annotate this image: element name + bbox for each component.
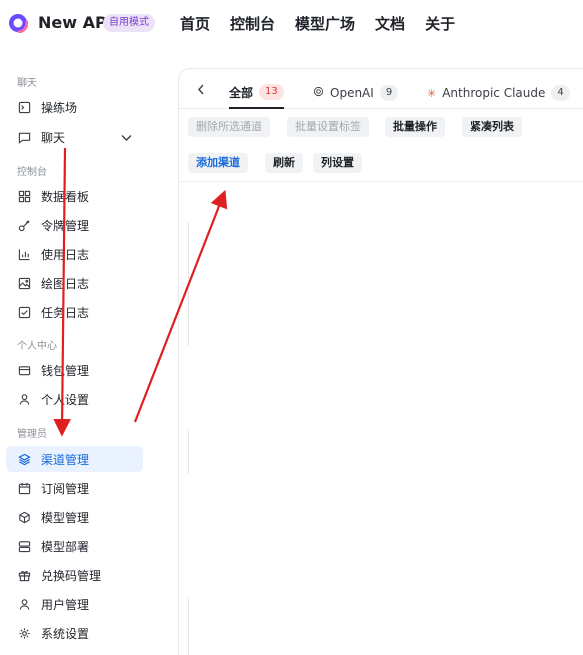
tab-openai[interactable]: OpenAI 9 xyxy=(313,77,399,109)
sidebar-item-label: 兑换码管理 xyxy=(41,568,102,583)
playground-icon xyxy=(17,100,31,114)
sidebar-item-dashboard[interactable]: 数据看板 xyxy=(6,183,143,209)
logo-icon[interactable] xyxy=(8,13,28,33)
tab-count-badge: 9 xyxy=(379,85,399,101)
tab-label: 全部 xyxy=(229,85,254,100)
sidebar-item-playground[interactable]: 操练场 xyxy=(6,94,143,120)
sidebar-item-label: 数据看板 xyxy=(41,189,90,204)
sidebar-item-users[interactable]: 用户管理 xyxy=(6,591,143,617)
server-icon xyxy=(17,539,31,553)
sidebar-item-label: 订阅管理 xyxy=(41,481,90,496)
tab-label: Anthropic Claude xyxy=(442,86,546,100)
tab-label: OpenAI xyxy=(330,86,374,100)
wallet-icon xyxy=(17,363,31,377)
add-channel-button[interactable]: 添加渠道 xyxy=(188,153,248,173)
image-icon xyxy=(17,276,31,290)
section-label-personal: 个人中心 xyxy=(17,341,57,352)
batch-operations-button[interactable]: 批量操作 xyxy=(385,117,445,137)
section-label-chat: 聊天 xyxy=(17,78,37,89)
chevron-left-icon[interactable] xyxy=(197,84,205,98)
tab-count-badge: 4 xyxy=(551,85,570,101)
nav-model-market[interactable]: 模型广场 xyxy=(295,13,355,34)
nav-about[interactable]: 关于 xyxy=(425,13,455,34)
sidebar-item-label: 绘图日志 xyxy=(41,276,90,291)
toolbar-divider xyxy=(179,181,583,182)
sidebar-item-label: 钱包管理 xyxy=(41,363,90,378)
user-icon xyxy=(17,597,31,611)
app-title[interactable]: New API xyxy=(38,13,113,32)
tab-anthropic[interactable]: ✳ Anthropic Claude 4 xyxy=(427,77,570,109)
delete-selected-button[interactable]: 删除所选通道 xyxy=(188,117,270,137)
section-label-console: 控制台 xyxy=(17,167,47,178)
compact-list-button[interactable]: 紧凑列表 xyxy=(462,117,522,137)
channel-panel: 全部 13 OpenAI 9 ✳ Anthropic Claude 4 删除所选… xyxy=(178,68,583,655)
mode-badge: 自用模式 xyxy=(103,14,155,32)
tab-count-badge: 13 xyxy=(259,84,284,100)
sidebar-item-model-deploy[interactable]: 模型部署 xyxy=(6,533,143,559)
user-icon xyxy=(17,392,31,406)
sidebar-item-drawing-logs[interactable]: 绘图日志 xyxy=(6,270,143,296)
sidebar-item-personal-settings[interactable]: 个人设置 xyxy=(6,386,143,412)
section-label-admin: 管理员 xyxy=(17,429,47,440)
column-settings-button[interactable]: 列设置 xyxy=(313,153,362,173)
sidebar-item-label: 模型部署 xyxy=(41,539,90,554)
sidebar-item-label: 模型管理 xyxy=(41,510,90,525)
sidebar-item-channels[interactable]: 渠道管理 xyxy=(6,446,143,472)
sidebar-item-subscriptions[interactable]: 订阅管理 xyxy=(6,475,143,501)
refresh-button[interactable]: 刷新 xyxy=(265,153,303,173)
dashboard-icon xyxy=(17,189,31,203)
table-edge xyxy=(188,222,189,346)
table-edge xyxy=(188,429,189,474)
layers-icon xyxy=(17,452,31,466)
cube-icon xyxy=(17,510,31,524)
sidebar-item-tokens[interactable]: 令牌管理 xyxy=(6,212,143,238)
sidebar-item-label: 聊天 xyxy=(41,130,66,145)
top-header: New API 自用模式 首页 控制台 模型广场 文档 关于 xyxy=(0,0,583,48)
sidebar-item-usage-logs[interactable]: 使用日志 xyxy=(6,241,143,267)
sidebar-item-system-settings[interactable]: 系统设置 xyxy=(6,620,143,646)
sidebar-item-label: 使用日志 xyxy=(41,247,90,262)
sidebar-item-models[interactable]: 模型管理 xyxy=(6,504,143,530)
sidebar-item-label: 令牌管理 xyxy=(41,218,90,233)
checkbox-icon xyxy=(17,305,31,319)
sidebar-item-label: 任务日志 xyxy=(41,305,90,320)
gear-icon xyxy=(17,626,31,640)
tab-all[interactable]: 全部 13 xyxy=(229,77,284,109)
key-icon xyxy=(17,218,31,232)
sidebar-item-redemption-codes[interactable]: 兑换码管理 xyxy=(6,562,143,588)
batch-tag-button[interactable]: 批量设置标签 xyxy=(287,117,369,137)
top-nav: 首页 控制台 模型广场 文档 关于 xyxy=(180,13,455,34)
sidebar: 聊天 操练场 聊天 控制台 数据看板 令牌管理 使用日志 绘图日志 任务日志 个… xyxy=(0,48,178,655)
table-edge xyxy=(188,597,189,655)
tab-bar: 全部 13 OpenAI 9 ✳ Anthropic Claude 4 xyxy=(179,77,583,109)
sidebar-item-wallet[interactable]: 钱包管理 xyxy=(6,357,143,383)
anthropic-icon: ✳ xyxy=(427,86,437,100)
sidebar-item-label: 系统设置 xyxy=(41,626,90,641)
sidebar-item-label: 用户管理 xyxy=(41,597,90,612)
openai-icon xyxy=(313,86,324,100)
calendar-icon xyxy=(17,481,31,495)
nav-home[interactable]: 首页 xyxy=(180,13,210,34)
chevron-down-icon[interactable] xyxy=(121,131,132,145)
nav-docs[interactable]: 文档 xyxy=(375,13,405,34)
nav-console[interactable]: 控制台 xyxy=(230,13,275,34)
sidebar-item-label: 渠道管理 xyxy=(41,452,90,467)
sidebar-item-task-logs[interactable]: 任务日志 xyxy=(6,299,143,325)
sidebar-item-label: 操练场 xyxy=(41,100,78,115)
chat-icon xyxy=(17,130,31,144)
sidebar-item-label: 个人设置 xyxy=(41,392,90,407)
gift-icon xyxy=(17,568,31,582)
bar-chart-icon xyxy=(17,247,31,261)
